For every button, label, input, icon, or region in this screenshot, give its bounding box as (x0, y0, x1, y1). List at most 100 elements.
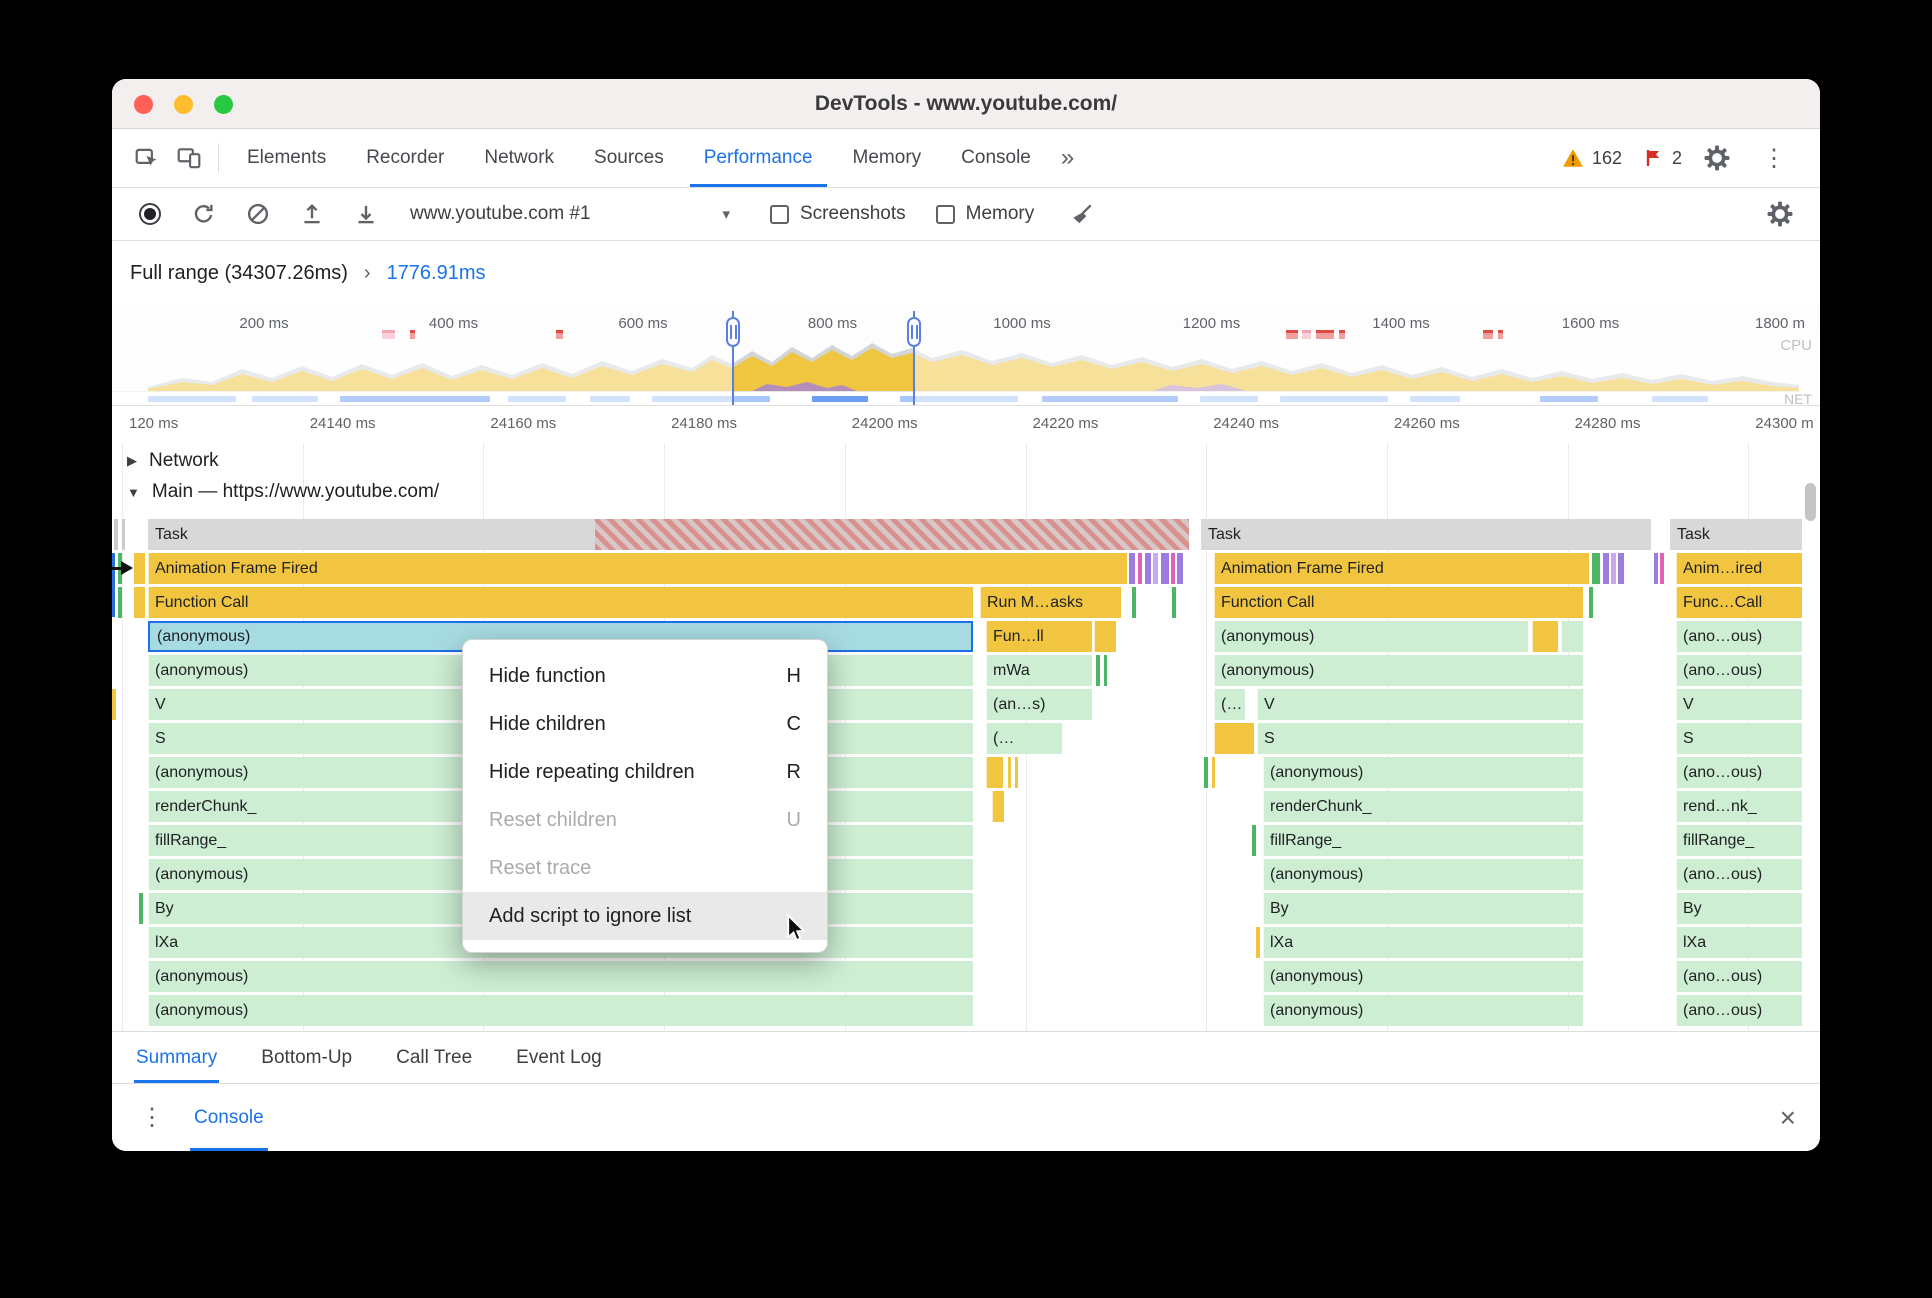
flame-bar[interactable]: Function Call (1214, 587, 1583, 618)
flame-bar[interactable]: (ano…ous) (1676, 995, 1802, 1026)
flame-bar[interactable]: (… (1214, 689, 1245, 720)
flame-bar[interactable]: Function Call (148, 587, 973, 618)
flame-bar[interactable]: (an…s) (986, 689, 1092, 720)
tab-memory[interactable]: Memory (833, 129, 942, 187)
flame-sliver[interactable] (1145, 553, 1151, 584)
flame-bar[interactable]: Task (1201, 519, 1651, 550)
flame-bar[interactable]: Animation Frame Fired (148, 553, 1127, 584)
flame-sliver[interactable] (1212, 757, 1215, 788)
flame-bar[interactable]: (anonymous) (1263, 859, 1583, 890)
flame-bar[interactable]: By (1676, 893, 1802, 924)
flame-sliver[interactable] (1094, 621, 1116, 652)
flame-sliver[interactable] (1618, 553, 1624, 584)
drawer-menu-icon[interactable]: ⋮ (140, 1084, 164, 1151)
flame-bar[interactable]: (anonymous) (1263, 961, 1583, 992)
flame-bar[interactable]: (ano…ous) (1676, 655, 1802, 686)
flame-sliver[interactable] (1532, 621, 1558, 652)
window-right-handle[interactable] (907, 317, 921, 347)
tab-recorder[interactable]: Recorder (346, 129, 464, 187)
tab-drawer-console[interactable]: Console (190, 1084, 268, 1151)
flame-sliver[interactable] (992, 791, 1004, 822)
flame-sliver[interactable] (1172, 587, 1176, 618)
history-select[interactable]: www.youtube.com #1 ▾ (410, 203, 740, 225)
flame-sliver[interactable] (1660, 553, 1664, 584)
flame-sliver[interactable] (1654, 553, 1658, 584)
close-drawer-button[interactable]: × (1780, 1084, 1796, 1151)
flame-bar[interactable]: V (1257, 689, 1583, 720)
flame-bar[interactable]: renderChunk_ (1263, 791, 1583, 822)
flame-bar[interactable]: rend…nk_ (1676, 791, 1802, 822)
flame-bar[interactable]: (ano…ous) (1676, 757, 1802, 788)
device-toolbar-button[interactable] (168, 129, 210, 187)
memory-checkbox[interactable]: Memory (935, 203, 1034, 225)
warnings-badge[interactable]: 162 (1562, 148, 1622, 169)
flame-bar[interactable]: lXa (1676, 927, 1802, 958)
flame-sliver[interactable] (1256, 927, 1260, 958)
inspect-element-button[interactable] (126, 129, 168, 187)
menu-item-hide-repeating-children[interactable]: Hide repeating children R (463, 748, 827, 796)
flame-bar[interactable]: (ano…ous) (1676, 859, 1802, 890)
flame-bar[interactable]: mWa (986, 655, 1092, 686)
flame-sliver[interactable] (1177, 553, 1183, 584)
tab-call-tree[interactable]: Call Tree (394, 1032, 474, 1083)
flame-bar[interactable]: Fun…ll (986, 621, 1092, 652)
flame-bar[interactable]: Anim…ired (1676, 553, 1802, 584)
flame-bar[interactable]: (anonymous) (1214, 655, 1583, 686)
flame-sliver[interactable] (1008, 757, 1011, 788)
errors-badge[interactable]: 2 (1644, 148, 1682, 169)
flame-sliver[interactable] (112, 689, 116, 720)
timeline-overview[interactable]: 200 ms 400 ms 600 ms 800 ms 1000 ms 1200 ms 14… (112, 305, 1820, 406)
tab-summary[interactable]: Summary (134, 1032, 220, 1083)
flame-sliver[interactable] (986, 757, 1003, 788)
flame-sliver[interactable] (1153, 553, 1158, 584)
flame-sliver[interactable] (134, 587, 145, 618)
full-range-label[interactable]: Full range (34307.26ms) (130, 262, 348, 285)
reload-and-record-button[interactable] (188, 197, 220, 231)
flamechart-area[interactable]: ▶ Network ▼ Main — https://www.youtube.c… (112, 443, 1820, 1031)
flame-bar[interactable]: (anonymous) (148, 995, 973, 1026)
menu-item-add-script-to-ignore-list[interactable]: Add script to ignore list (463, 892, 827, 940)
tab-sources[interactable]: Sources (574, 129, 684, 187)
flame-bar[interactable]: (anonymous) (1263, 995, 1583, 1026)
more-tabs-button[interactable]: » (1051, 129, 1084, 187)
flame-sliver[interactable] (1132, 587, 1136, 618)
settings-button[interactable] (1704, 145, 1730, 171)
flame-bar[interactable]: Task (1670, 519, 1802, 550)
flame-bar[interactable]: S (1257, 723, 1583, 754)
capture-settings-button[interactable] (1764, 197, 1796, 231)
collect-garbage-button[interactable] (1066, 197, 1098, 231)
flame-sliver[interactable] (1603, 553, 1609, 584)
flame-bar[interactable]: V (1676, 689, 1802, 720)
overflow-menu-button[interactable]: ⋮ (1752, 144, 1796, 173)
flame-bar[interactable]: (… (986, 723, 1062, 754)
flame-sliver[interactable] (1214, 723, 1254, 754)
flame-sliver[interactable] (595, 519, 1189, 550)
flame-sliver[interactable] (1561, 621, 1583, 652)
tab-bottom-up[interactable]: Bottom-Up (259, 1032, 354, 1083)
flame-bar[interactable]: By (1263, 893, 1583, 924)
flame-bar[interactable]: fillRange_ (1263, 825, 1583, 856)
track-main[interactable]: ▼ Main — https://www.youtube.com/ (127, 481, 439, 503)
flame-sliver[interactable] (1589, 587, 1593, 618)
flame-sliver[interactable] (1015, 757, 1018, 788)
tab-console[interactable]: Console (941, 129, 1051, 187)
flame-sliver[interactable] (1204, 757, 1208, 788)
tab-elements[interactable]: Elements (227, 129, 346, 187)
window-left-handle[interactable] (726, 317, 740, 347)
tab-performance[interactable]: Performance (684, 129, 833, 187)
flame-sliver[interactable] (1171, 553, 1175, 584)
selected-range-label[interactable]: 1776.91ms (387, 262, 486, 285)
minimize-button[interactable] (174, 95, 193, 114)
load-profile-button[interactable] (296, 197, 328, 231)
flame-sliver[interactable] (1129, 553, 1135, 584)
flame-sliver[interactable] (122, 519, 125, 550)
flame-bar[interactable]: Animation Frame Fired (1214, 553, 1589, 584)
menu-item-hide-function[interactable]: Hide function H (463, 652, 827, 700)
flame-bar[interactable]: (ano…ous) (1676, 621, 1802, 652)
flame-bar[interactable]: (anonymous) (1214, 621, 1528, 652)
flame-sliver[interactable] (1611, 553, 1616, 584)
zoom-button[interactable] (214, 95, 233, 114)
flame-bar[interactable]: fillRange_ (1676, 825, 1802, 856)
flame-sliver[interactable] (139, 893, 143, 924)
menu-item-hide-children[interactable]: Hide children C (463, 700, 827, 748)
